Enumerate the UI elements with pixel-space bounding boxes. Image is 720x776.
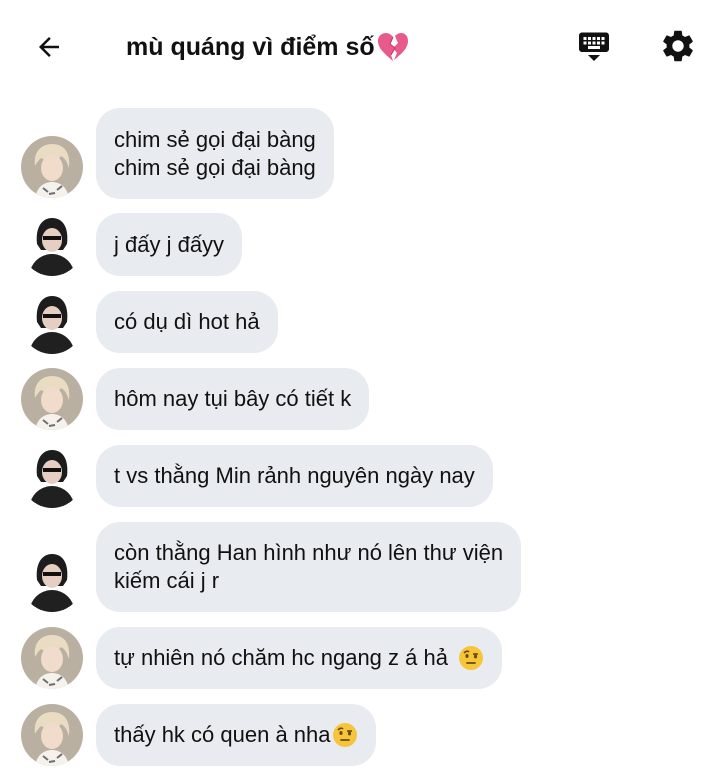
message-line: thấy hk có quen à nha xyxy=(114,721,358,749)
message-line: tự nhiên nó chăm hc ngang z á hả xyxy=(114,644,484,672)
message-bubble[interactable]: tự nhiên nó chăm hc ngang z á hả xyxy=(96,627,503,689)
message-text: có dụ dì hot hả xyxy=(114,309,260,334)
message-bubble[interactable]: t vs thằng Min rảnh nguyên ngày nay xyxy=(96,445,493,507)
message-text: còn thằng Han hình như nó lên thư viện xyxy=(114,540,504,565)
message-bubble[interactable]: chim sẻ gọi đại bàng chim sẻ gọi đại bàn… xyxy=(96,108,334,199)
raised-eyebrow-emoji-icon xyxy=(332,723,357,747)
message-text: thấy hk có quen à nha xyxy=(114,722,331,747)
raised-eyebrow-emoji-icon xyxy=(459,646,484,670)
message-bubble[interactable]: thấy hk có quen à nha xyxy=(96,704,376,766)
message-text: chim sẻ gọi đại bàng xyxy=(114,154,316,180)
message-text: chim sẻ gọi đại bàng xyxy=(114,126,316,152)
message-text: t vs thằng Min rảnh nguyên ngày nay xyxy=(114,463,475,488)
message-text: hôm nay tụi bây có tiết k xyxy=(114,386,352,411)
message-list[interactable]: chim sẻ gọi đại bàng chim sẻ gọi đại bàn… xyxy=(0,0,720,776)
avatar-blonde[interactable] xyxy=(21,368,83,430)
avatar-blonde[interactable] xyxy=(21,627,83,689)
message-text: j đấy j đấyy xyxy=(114,231,225,257)
avatar-dark[interactable] xyxy=(21,550,83,612)
message-text: kiếm cái j r xyxy=(114,568,220,593)
message-bubble[interactable]: còn thằng Han hình như nó lên thư viện k… xyxy=(96,522,522,612)
message-bubble[interactable]: hôm nay tụi bây có tiết k xyxy=(96,368,370,430)
avatar-dark[interactable] xyxy=(21,292,83,354)
avatar-dark[interactable] xyxy=(21,214,83,276)
message-bubble[interactable]: j đấy j đấyy xyxy=(96,213,243,276)
avatar-blonde[interactable] xyxy=(21,136,83,198)
message-text: tự nhiên nó chăm hc ngang z á hả xyxy=(114,645,455,670)
message-bubble[interactable]: có dụ dì hot hả xyxy=(96,291,278,353)
avatar-blonde[interactable] xyxy=(21,704,83,766)
avatar-dark[interactable] xyxy=(21,446,83,508)
